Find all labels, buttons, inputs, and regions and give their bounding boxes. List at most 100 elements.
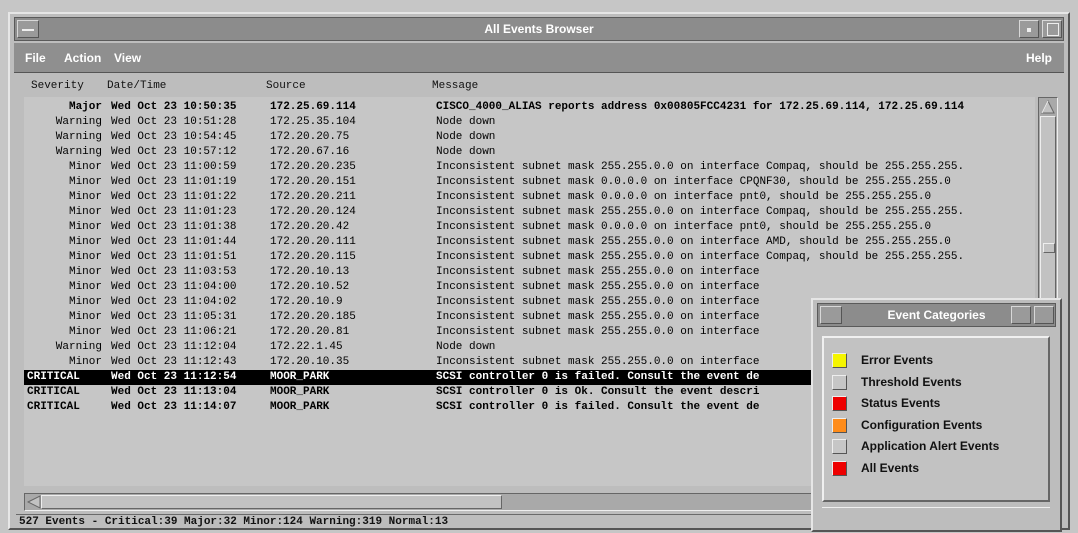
event-message: SCSI controller 0 is failed. Consult the… [436,401,760,413]
title-bar[interactable]: All Events Browser [14,17,1064,41]
event-source: 172.20.10.35 [270,356,350,368]
category-item[interactable]: Threshold Events [828,372,1044,392]
event-datetime: Wed Oct 23 11:05:31 [111,311,237,323]
horizontal-scroll-thumb[interactable] [41,495,502,509]
event-severity: CRITICAL [27,386,80,398]
event-source: 172.20.20.235 [270,161,356,173]
menu-view[interactable]: View [114,51,141,65]
event-datetime: Wed Oct 23 10:54:45 [111,131,237,143]
category-color-swatch-icon [832,353,847,368]
column-headers: Severity Date/Time Source Message [14,80,1064,96]
maximize-button[interactable] [1042,20,1062,38]
event-severity: Warning [55,116,102,128]
event-severity: Major [68,101,102,113]
category-color-swatch-icon [832,439,847,454]
event-severity: Minor [68,191,102,203]
categories-minimize-button[interactable] [1011,306,1031,324]
event-source: 172.22.1.45 [270,341,343,353]
event-datetime: Wed Oct 23 11:12:54 [111,371,237,383]
column-header-message[interactable]: Message [432,80,478,92]
categories-footer [822,507,1050,524]
event-severity: Minor [68,356,102,368]
category-label: Application Alert Events [861,439,1000,453]
event-source: 172.25.69.114 [270,101,356,113]
menu-bar: File Action View Help [14,43,1064,73]
event-row[interactable]: Minor Wed Oct 23 11:00:59 172.20.20.235 Inc… [24,160,1035,175]
menu-help[interactable]: Help [1026,51,1052,65]
categories-title-bar[interactable]: Event Categories [817,303,1056,327]
event-message: Node down [436,341,496,353]
category-item[interactable]: Application Alert Events [828,436,1044,456]
event-row[interactable]: Minor Wed Oct 23 11:04:00 172.20.10.52 Inco… [24,280,1035,295]
column-header-severity[interactable]: Severity [31,80,84,92]
event-message: Inconsistent subnet mask 255.255.0.0 on … [436,296,760,308]
category-item[interactable]: Configuration Events [828,415,1044,435]
minimize-button[interactable] [1019,20,1039,38]
event-datetime: Wed Oct 23 11:01:38 [111,221,237,233]
event-row[interactable]: Major Wed Oct 23 10:50:35 172.25.69.114 CIS… [24,100,1035,115]
event-message: Node down [436,146,496,158]
event-row[interactable]: Minor Wed Oct 23 11:01:22 172.20.20.211 Inc… [24,190,1035,205]
event-datetime: Wed Oct 23 11:01:19 [111,176,237,188]
event-severity: Warning [55,341,102,353]
category-color-swatch-icon [832,374,847,390]
column-header-datetime[interactable]: Date/Time [107,80,166,92]
categories-maximize-button[interactable] [1034,306,1054,324]
event-datetime: Wed Oct 23 11:12:04 [111,341,237,353]
event-severity: Minor [68,311,102,323]
event-row[interactable]: Minor Wed Oct 23 11:01:44 172.20.20.111 Inc… [24,235,1035,250]
event-datetime: Wed Oct 23 11:01:23 [111,206,237,218]
event-source: 172.20.20.211 [270,191,356,203]
event-datetime: Wed Oct 23 11:06:21 [111,326,237,338]
event-row[interactable]: Minor Wed Oct 23 11:01:19 172.20.20.151 Inc… [24,175,1035,190]
event-source: MOOR_PARK [270,386,330,398]
event-row[interactable]: Minor Wed Oct 23 11:01:23 172.20.20.124 Inc… [24,205,1035,220]
column-header-source[interactable]: Source [266,80,306,92]
category-label: Threshold Events [861,374,962,389]
event-message: SCSI controller 0 is failed. Consult the… [436,371,760,383]
event-severity: Minor [68,326,102,338]
event-source: 172.20.20.81 [270,326,350,338]
event-source: 172.20.20.115 [270,251,356,263]
event-severity: CRITICAL [27,401,80,413]
event-severity: Warning [55,146,102,158]
event-datetime: Wed Oct 23 10:57:12 [111,146,237,158]
event-message: Inconsistent subnet mask 255.255.0.0 on … [436,281,760,293]
event-datetime: Wed Oct 23 11:01:51 [111,251,237,263]
event-datetime: Wed Oct 23 11:04:00 [111,281,237,293]
category-item[interactable]: Error Events [828,350,1044,370]
event-row[interactable]: Warning Wed Oct 23 10:51:28 172.25.35.104 N… [24,115,1035,130]
category-color-swatch-icon [832,460,847,476]
event-severity: Warning [55,131,102,143]
event-row[interactable]: Warning Wed Oct 23 10:54:45 172.20.20.75 No… [24,130,1035,145]
event-row[interactable]: Warning Wed Oct 23 10:57:12 172.20.67.16 No… [24,145,1035,160]
event-datetime: Wed Oct 23 11:01:44 [111,236,237,248]
menu-action[interactable]: Action [64,51,101,65]
scroll-up-arrow-icon[interactable] [1040,99,1056,115]
event-datetime: Wed Oct 23 10:51:28 [111,116,237,128]
category-item[interactable]: Status Events [828,393,1044,413]
category-label: All Events [861,460,920,475]
event-message: Inconsistent subnet mask 255.255.0.0 on … [436,311,760,323]
event-message: Inconsistent subnet mask 255.255.0.0 on … [436,236,951,248]
event-row[interactable]: Minor Wed Oct 23 11:01:51 172.20.20.115 Inc… [24,250,1035,265]
menu-file[interactable]: File [25,51,46,65]
event-summary-text: 527 Events - Critical:39 Major:32 Minor:… [19,516,449,528]
event-source: 172.20.10.52 [270,281,350,293]
event-message: Inconsistent subnet mask 255.255.0.0 on … [436,326,760,338]
event-message: SCSI controller 0 is Ok. Consult the eve… [436,386,760,398]
category-label: Error Events [861,353,934,367]
event-message: Inconsistent subnet mask 255.255.0.0 on … [436,206,965,218]
event-row[interactable]: Minor Wed Oct 23 11:01:38 172.20.20.42 Inco… [24,220,1035,235]
scroll-left-arrow-icon[interactable] [27,495,41,509]
event-severity: Minor [68,161,102,173]
event-datetime: Wed Oct 23 11:14:07 [111,401,237,413]
event-severity: CRITICAL [27,371,80,383]
event-severity: Minor [68,206,102,218]
event-datetime: Wed Oct 23 11:04:02 [111,296,237,308]
category-item[interactable]: All Events [828,458,1044,478]
event-message: Inconsistent subnet mask 255.255.0.0 on … [436,251,965,263]
event-source: 172.20.20.75 [270,131,350,143]
event-datetime: Wed Oct 23 11:13:04 [111,386,237,398]
event-row[interactable]: Minor Wed Oct 23 11:03:53 172.20.10.13 Inco… [24,265,1035,280]
